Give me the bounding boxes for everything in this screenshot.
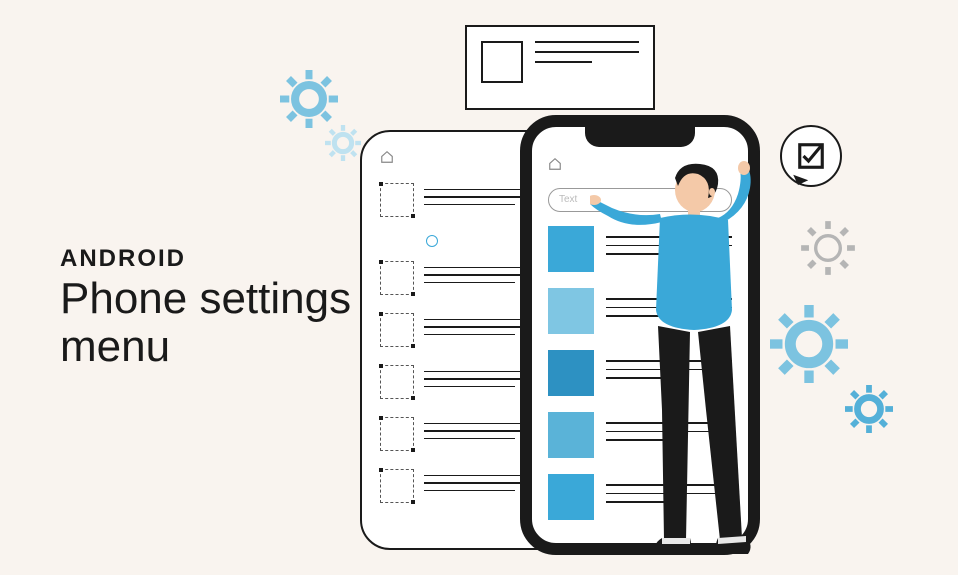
app-tile bbox=[548, 288, 594, 334]
wireframe-box bbox=[481, 41, 523, 83]
wireframe-card bbox=[465, 25, 655, 110]
gear-icon bbox=[325, 125, 361, 161]
home-icon bbox=[380, 150, 394, 164]
gear-icon bbox=[800, 220, 856, 276]
app-tile bbox=[548, 412, 594, 458]
home-icon bbox=[548, 157, 562, 171]
phone-notch bbox=[585, 125, 695, 147]
gear-icon bbox=[280, 70, 338, 128]
checkbox-icon bbox=[796, 141, 826, 171]
gear-icon bbox=[845, 385, 893, 433]
radio-icon bbox=[426, 235, 438, 247]
wireframe-lines bbox=[535, 41, 639, 63]
app-tile bbox=[548, 474, 594, 520]
illustration: Text bbox=[370, 25, 930, 555]
subtitle-text: ANDROID bbox=[60, 245, 351, 273]
app-tile bbox=[548, 226, 594, 272]
app-tile bbox=[548, 350, 594, 396]
heading-block: ANDROID Phone settings menu bbox=[60, 245, 351, 372]
title-text: Phone settings menu bbox=[60, 275, 351, 372]
person-illustration bbox=[590, 160, 790, 560]
